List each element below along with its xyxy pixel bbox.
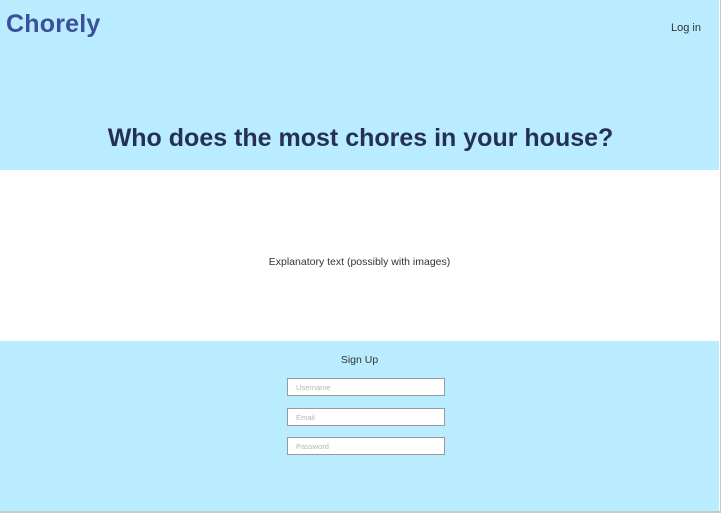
- password-input[interactable]: [287, 437, 445, 455]
- login-link[interactable]: Log in: [671, 22, 701, 34]
- email-input[interactable]: [287, 408, 445, 426]
- explanation-section: Explanatory text (possibly with images): [0, 170, 719, 341]
- app-logo[interactable]: Chorely: [6, 10, 100, 39]
- hero-section: Chorely Log in Who does the most chores …: [0, 0, 719, 170]
- username-input[interactable]: [287, 378, 445, 396]
- explanatory-text: Explanatory text (possibly with images): [268, 256, 451, 268]
- page-headline: Who does the most chores in your house?: [107, 124, 614, 152]
- signup-title: Sign Up: [340, 354, 379, 366]
- signup-section: Sign Up: [0, 341, 719, 511]
- page: Chorely Log in Who does the most chores …: [0, 0, 721, 513]
